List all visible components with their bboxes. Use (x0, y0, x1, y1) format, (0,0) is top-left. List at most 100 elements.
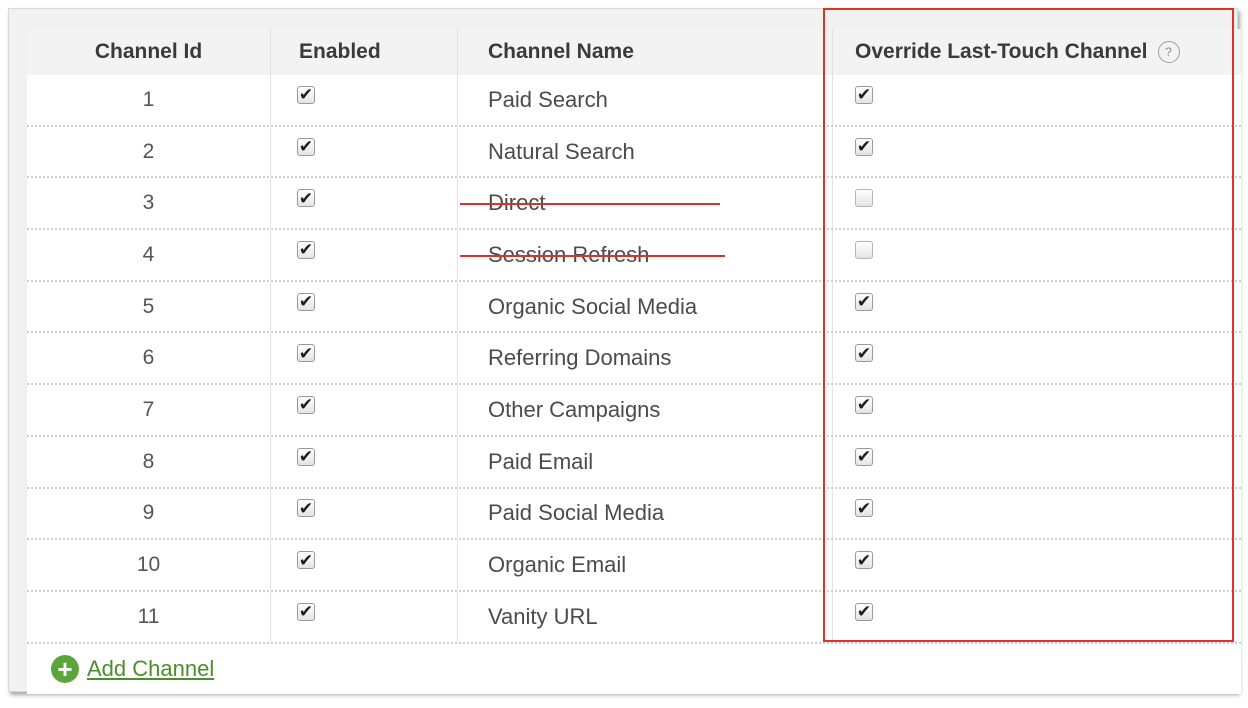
channel-name-cell: Referring Domains (458, 333, 833, 384)
enabled-checkbox[interactable]: ✔ (297, 189, 315, 208)
enabled-cell: ✔ (271, 385, 458, 435)
enabled-checkbox[interactable]: ✔ (297, 85, 315, 104)
table-row: 7 ✔ Other Campaigns ✔ (27, 385, 1241, 437)
override-checkbox[interactable]: ✔ (855, 137, 873, 156)
channel-name-cell: Other Campaigns (458, 385, 833, 435)
override-cell: ✔ (833, 127, 1241, 177)
table-row: 2 ✔ Natural Search ✔ (27, 126, 1241, 179)
channel-name[interactable]: Paid Search (488, 87, 608, 113)
channel-id: 10 (136, 553, 161, 577)
channel-id: 5 (142, 294, 155, 318)
channel-id-cell: 8 (27, 436, 271, 487)
header-override[interactable]: Override Last-Touch Channel ? (833, 29, 1241, 75)
enabled-checkbox[interactable]: ✔ (297, 551, 315, 570)
channel-id: 7 (142, 397, 155, 421)
channel-name[interactable]: Paid Social Media (488, 500, 664, 526)
channel-name-cell: Vanity URL (458, 591, 833, 642)
enabled-cell: ✔ (271, 333, 458, 384)
header-enabled[interactable]: Enabled (271, 29, 458, 75)
override-checkbox[interactable]: ✔ (855, 602, 873, 621)
channel-id-cell: 9 (27, 488, 271, 539)
channel-name[interactable]: Natural Search (488, 139, 635, 165)
add-channel-link[interactable]: Add Channel (87, 656, 214, 682)
channel-name-cell: Organic Email (458, 540, 833, 590)
channel-id-cell: 6 (27, 333, 271, 384)
override-cell: ✔ (833, 333, 1241, 383)
channel-id: 2 (142, 139, 155, 163)
channel-id: 9 (142, 501, 155, 525)
override-cell: ✔ (833, 540, 1241, 590)
add-channel-row: + Add Channel (27, 643, 1241, 694)
header-channel-name[interactable]: Channel Name (458, 29, 833, 75)
channel-name-cell: Paid Search (458, 75, 833, 125)
channel-name[interactable]: Vanity URL (488, 604, 598, 630)
override-checkbox[interactable]: ✔ (855, 189, 873, 208)
channel-table: Channel Id Enabled Channel Name Override… (27, 29, 1241, 694)
table-row: 1 ✔ Paid Search ✔ (27, 75, 1241, 127)
table-row: 6 ✔ Referring Domains ✔ (27, 333, 1241, 386)
override-checkbox[interactable]: ✔ (855, 447, 873, 466)
strikethrough-mark (460, 254, 725, 257)
channel-name-cell: Paid Social Media (458, 488, 833, 539)
channel-id-cell: 11 (27, 591, 271, 642)
channel-name-cell: Session Refresh (458, 230, 833, 280)
override-cell: ✔ (833, 592, 1241, 642)
enabled-checkbox[interactable]: ✔ (297, 447, 315, 466)
override-cell: ✔ (833, 282, 1241, 332)
table-header: Channel Id Enabled Channel Name Override… (27, 29, 1241, 75)
enabled-cell: ✔ (271, 178, 458, 229)
channel-id-cell: 7 (27, 385, 271, 435)
channel-id-cell: 2 (27, 126, 271, 177)
enabled-cell: ✔ (271, 540, 458, 590)
table-row: 4 ✔ Session Refresh ✔ (27, 230, 1241, 282)
channel-id: 3 (142, 191, 155, 215)
table-row: 11 ✔ Vanity URL ✔ (27, 591, 1241, 644)
override-checkbox[interactable]: ✔ (855, 85, 873, 104)
enabled-checkbox[interactable]: ✔ (297, 602, 315, 621)
help-icon[interactable]: ? (1157, 41, 1180, 63)
channel-id: 1 (142, 87, 155, 111)
override-checkbox[interactable]: ✔ (855, 344, 873, 363)
override-cell: ✔ (833, 178, 1241, 228)
add-plus-icon[interactable]: + (51, 654, 79, 683)
enabled-checkbox[interactable]: ✔ (297, 344, 315, 363)
channel-panel: Channel Id Enabled Channel Name Override… (8, 8, 1241, 694)
override-checkbox[interactable]: ✔ (855, 240, 873, 259)
enabled-checkbox[interactable]: ✔ (297, 499, 315, 518)
enabled-cell: ✔ (271, 281, 458, 332)
channel-name[interactable]: Referring Domains (488, 345, 671, 371)
channel-id: 4 (142, 242, 155, 266)
enabled-checkbox[interactable]: ✔ (297, 240, 315, 259)
override-cell: ✔ (833, 489, 1241, 539)
channel-name-cell: Direct (458, 178, 833, 229)
channel-name[interactable]: Organic Social Media (488, 294, 697, 320)
override-checkbox[interactable]: ✔ (855, 395, 873, 414)
override-cell: ✔ (833, 437, 1241, 487)
channel-id: 6 (142, 346, 155, 370)
enabled-checkbox[interactable]: ✔ (297, 137, 315, 156)
enabled-cell: ✔ (271, 591, 458, 642)
table-row: 8 ✔ Paid Email ✔ (27, 436, 1241, 489)
enabled-checkbox[interactable]: ✔ (297, 395, 315, 414)
channel-id-cell: 5 (27, 281, 271, 332)
table-body: 1 ✔ Paid Search ✔ 2 ✔ Natural Search ✔ 3 ✔ Direct ✔… (27, 75, 1241, 644)
channel-id-cell: 3 (27, 178, 271, 229)
enabled-cell: ✔ (271, 75, 458, 125)
channel-name[interactable]: Other Campaigns (488, 397, 660, 423)
channel-id-cell: 10 (27, 540, 271, 590)
override-checkbox[interactable]: ✔ (855, 499, 873, 518)
enabled-checkbox[interactable]: ✔ (297, 292, 315, 311)
channel-name[interactable]: Paid Email (488, 449, 593, 475)
enabled-cell: ✔ (271, 436, 458, 487)
enabled-cell: ✔ (271, 488, 458, 539)
table-row: 5 ✔ Organic Social Media ✔ (27, 281, 1241, 334)
override-checkbox[interactable]: ✔ (855, 292, 873, 311)
channel-name[interactable]: Organic Email (488, 552, 626, 578)
channel-id-cell: 4 (27, 230, 271, 280)
override-checkbox[interactable]: ✔ (855, 551, 873, 570)
header-channel-id[interactable]: Channel Id (27, 29, 271, 75)
strikethrough-mark (460, 203, 720, 206)
channel-id-cell: 1 (27, 75, 271, 125)
override-cell: ✔ (833, 385, 1241, 435)
table-row: 10 ✔ Organic Email ✔ (27, 540, 1241, 592)
